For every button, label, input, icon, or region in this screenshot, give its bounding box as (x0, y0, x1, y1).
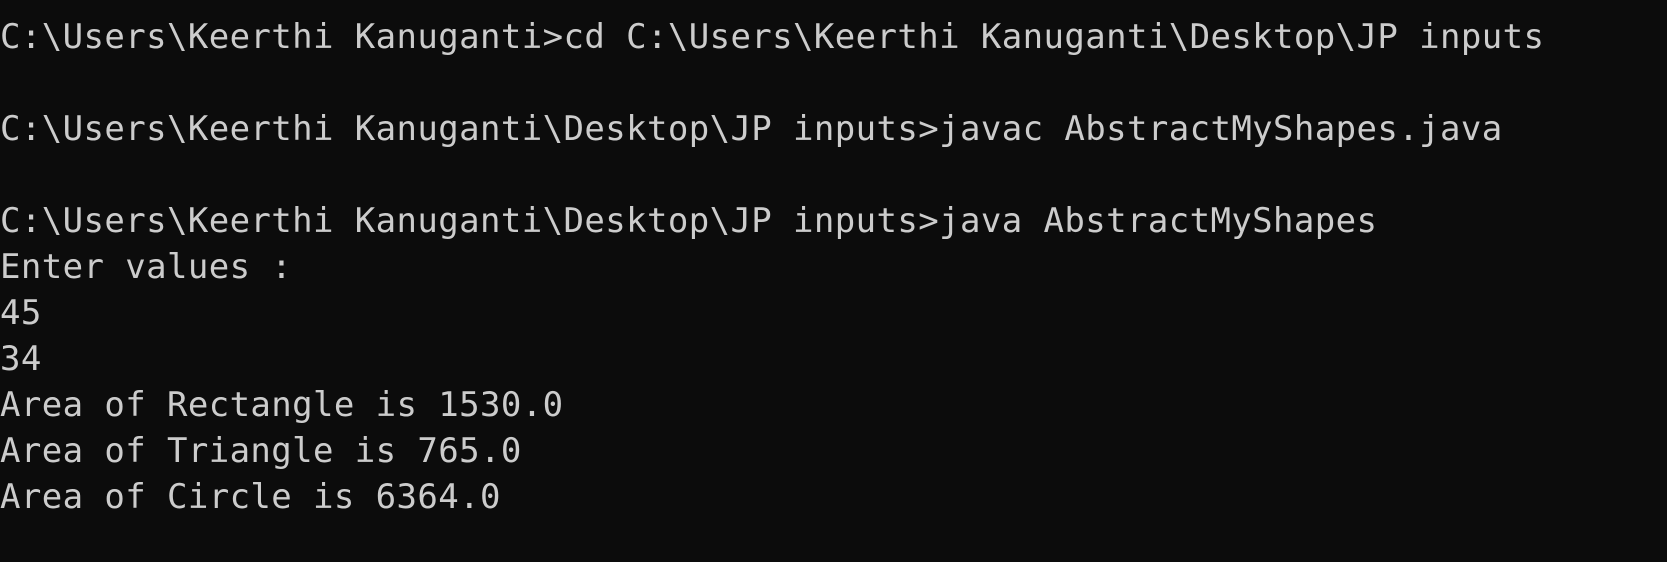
command-line-cd: C:\Users\Keerthi Kanuganti>cd C:\Users\K… (0, 17, 1545, 57)
command-line-javac: C:\Users\Keerthi Kanuganti\Desktop\JP in… (0, 109, 1503, 149)
user-input-line: 45 (0, 293, 42, 333)
output-line-circle: Area of Circle is 6364.0 (0, 477, 501, 517)
console-window[interactable]: C:\Users\Keerthi Kanuganti>cd C:\Users\K… (0, 0, 1667, 562)
user-input-line: 34 (0, 339, 42, 379)
output-line-triangle: Area of Triangle is 765.0 (0, 431, 522, 471)
output-line-rectangle: Area of Rectangle is 1530.0 (0, 385, 564, 425)
command-line-java: C:\Users\Keerthi Kanuganti\Desktop\JP in… (0, 201, 1378, 241)
output-prompt: Enter values : (0, 247, 293, 287)
